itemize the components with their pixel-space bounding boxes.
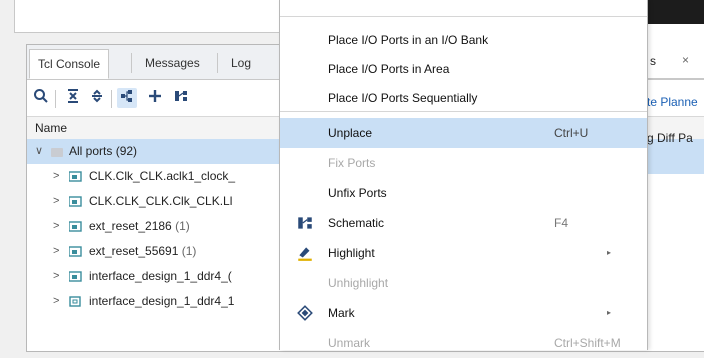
menu-item-unmark[interactable]: Unmark Ctrl+Shift+M [280,328,647,358]
tree-item-label: ext_reset_55691 [89,244,179,258]
menu-item-label: Fix Ports [328,156,376,170]
plus-icon[interactable] [145,88,165,108]
menu-divider [280,16,647,17]
menu-item-label: Place I/O Ports in Area [328,62,450,76]
tab-label: Messages [145,56,200,70]
chevron-down-icon[interactable]: ∨ [35,139,43,164]
submenu-arrow-icon: ▸ [607,248,612,257]
menu-item-label: Place I/O Ports in an I/O Bank [328,33,489,47]
column-name-header[interactable]: Name [35,121,67,135]
menu-item-label: Place I/O Ports Sequentially [328,91,478,105]
menu-item-unhighlight[interactable]: Unhighlight [280,268,647,298]
menu-item-fix-ports[interactable]: Fix Ports [280,148,647,178]
menu-item-mark[interactable]: Mark ▸ [280,298,647,328]
port-group-icon [69,221,82,232]
folder-icon [51,148,63,157]
menu-item-label: Mark [328,306,355,320]
menu-item-shortcut: F4 [554,216,569,230]
port-group-icon [69,246,82,257]
top-panel [14,0,280,33]
tab-label: Log [231,56,252,70]
context-menu: Place I/O Ports in an I/O Bank Place I/O… [279,0,648,350]
top-right-dark-area [648,0,704,24]
tree-root-label: All ports [69,144,113,158]
menu-item-unfix-ports[interactable]: Unfix Ports [280,178,647,208]
menu-item-shortcut: Ctrl+U [554,126,589,140]
chevron-right-icon[interactable]: > [53,189,59,214]
menu-item-label: Unmark [328,336,371,350]
port-group-icon [69,196,82,207]
port-group-icon [69,271,82,282]
toolbar-divider [111,90,112,108]
close-icon[interactable]: × [682,53,689,67]
tree-item-label: CLK.CLK_CLK.Clk_CLK.Ll [89,194,233,208]
planner-link[interactable]: te Planne [647,95,704,109]
group-icon[interactable] [117,88,137,108]
tab-tcl-console[interactable]: Tcl Console [29,49,110,79]
tab-divider [131,53,132,73]
menu-item-shortcut: Ctrl+Shift+M [554,336,621,350]
menu-item-label: Unhighlight [328,276,389,290]
schematic-icon [298,217,312,229]
menu-item-place-io-sequentially[interactable]: Place I/O Ports Sequentially [280,83,647,113]
expand-all-icon[interactable] [87,88,107,108]
tab-divider [217,53,218,73]
top-right-white-area [648,24,704,44]
menu-item-label: Schematic [328,216,385,230]
tree-item-label: ext_reset_2186 [89,219,172,233]
chevron-right-icon[interactable]: > [53,264,59,289]
collapse-all-icon[interactable] [63,88,83,108]
tab-messages[interactable]: Messages [137,49,208,77]
toolbar-divider [55,90,56,108]
chevron-right-icon[interactable]: > [53,164,59,189]
tree-item-label: CLK.Clk_CLK.aclk1_clock_ [89,169,236,183]
selected-row-continuation [646,149,704,174]
mark-icon [297,305,313,321]
highlight-icon [298,247,312,261]
submenu-arrow-icon: ▸ [607,308,612,317]
menu-item-place-io-area[interactable]: Place I/O Ports in Area [280,54,647,84]
schematic-icon[interactable] [171,88,191,108]
menu-item-schematic[interactable]: Schematic F4 [280,208,647,238]
tree-item-count: (1) [181,244,197,258]
menu-item-label: Unfix Ports [328,186,387,200]
chevron-right-icon[interactable]: > [53,214,59,239]
tab-log[interactable]: Log [223,49,259,77]
right-tab-area: s × [646,44,704,79]
right-tab-label[interactable]: s [650,54,656,68]
menu-item-label: Unplace [328,126,373,140]
menu-item-place-io-bank[interactable]: Place I/O Ports in an I/O Bank [280,25,647,55]
column-diff-pair-header[interactable]: g Diff Pa [647,131,704,145]
menu-item-unplace[interactable]: Unplace Ctrl+U [280,118,647,148]
tree-item-label: interface_design_1_ddr4_( [89,269,232,283]
search-icon[interactable] [31,88,51,108]
menu-divider [280,111,647,112]
tree-item-count: (1) [175,219,190,233]
tree-root-count: (92) [115,144,138,158]
chevron-right-icon[interactable]: > [53,289,59,314]
tab-label: Tcl Console [38,57,101,71]
tree-item-label: interface_design_1_ddr4_1 [89,294,235,308]
menu-item-label: Highlight [328,246,375,260]
port-group-icon [69,171,82,182]
port-icon [69,296,81,307]
chevron-right-icon[interactable]: > [53,239,59,264]
menu-item-highlight[interactable]: Highlight ▸ [280,238,647,268]
